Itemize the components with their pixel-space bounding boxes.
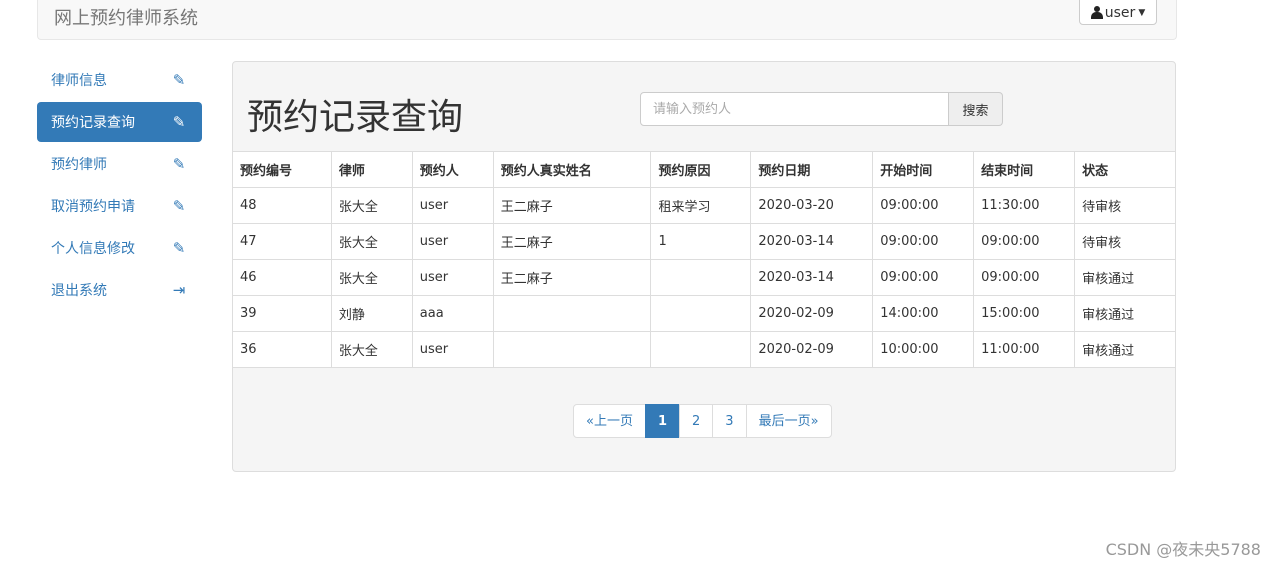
main-panel: 预约记录查询 搜索 预约编号律师预约人预约人真实姓名预约原因预约日期开始时间结束… xyxy=(232,61,1176,472)
table-cell: 张大全 xyxy=(330,331,413,368)
search-button[interactable]: 搜索 xyxy=(949,92,1003,126)
table-cell: 2020-03-20 xyxy=(750,187,874,224)
table-cell xyxy=(492,295,652,332)
table-row[interactable]: 46 张大全 user 王二麻子 2020-03-14 09:00:00 09:00:00 审… xyxy=(233,259,1175,296)
table-cell: 09:00:00 xyxy=(973,259,1076,296)
search-input[interactable] xyxy=(640,92,949,126)
sidebar-item-2[interactable]: 预约律师 ✎ xyxy=(37,144,202,184)
column-header[interactable]: 开始时间 xyxy=(872,151,975,188)
watermark: CSDN @夜未央5788 xyxy=(1105,540,1261,559)
table-cell: 2020-03-14 xyxy=(750,223,874,260)
prev-page-link[interactable]: «上一页 xyxy=(573,404,646,438)
table-cell: 刘静 xyxy=(330,295,413,332)
sidebar-item-1[interactable]: 预约记录查询 ✎ xyxy=(37,102,202,142)
pencil-icon: ✎ xyxy=(172,71,186,89)
table-cell: 48 xyxy=(233,187,332,224)
table-cell: 2020-02-09 xyxy=(750,331,874,368)
sidebar-item-label: 个人信息修改 xyxy=(51,241,135,257)
table-cell: 11:00:00 xyxy=(973,331,1076,368)
column-header[interactable]: 状态 xyxy=(1074,151,1175,188)
column-header[interactable]: 预约日期 xyxy=(750,151,874,188)
sidebar-item-label: 预约记录查询 xyxy=(51,115,135,131)
column-header[interactable]: 预约原因 xyxy=(650,151,752,188)
sidebar-item-label: 退出系统 xyxy=(51,283,107,299)
pagination: «上一页 1 2 3 最后一页» xyxy=(573,404,832,438)
table-cell: 10:00:00 xyxy=(872,331,975,368)
table-row[interactable]: 47 张大全 user 王二麻子 1 2020-03-14 09:00:00 09:00:00… xyxy=(233,223,1175,260)
table-cell: user xyxy=(411,223,494,260)
table-cell: 审核通过 xyxy=(1074,259,1175,296)
table-cell: 36 xyxy=(233,331,332,368)
table-cell xyxy=(650,295,752,332)
table-cell: user xyxy=(411,187,494,224)
page-link-3[interactable]: 3 xyxy=(712,404,747,438)
page-title: 预约记录查询 xyxy=(247,97,464,138)
sidebar-item-label: 律师信息 xyxy=(51,73,107,89)
table-cell xyxy=(650,259,752,296)
table-cell: 09:00:00 xyxy=(973,223,1076,260)
table-row[interactable]: 48 张大全 user 王二麻子 租来学习 2020-03-20 09:00:00 11:30… xyxy=(233,187,1175,224)
sidebar-item-3[interactable]: 取消预约申请 ✎ xyxy=(37,186,202,226)
top-navbar: 网上预约律师系统 user ▼ xyxy=(37,0,1177,40)
sidebar-item-4[interactable]: 个人信息修改 ✎ xyxy=(37,228,202,268)
table-cell: 王二麻子 xyxy=(492,187,652,224)
pencil-icon: ✎ xyxy=(172,155,186,173)
sidebar-nav: 律师信息 ✎ 预约记录查询 ✎ 预约律师 ✎ 取消预约申请 ✎ 个人信息修改 ✎ 退出系统 ⇥ xyxy=(37,60,202,312)
table-cell: 王二麻子 xyxy=(492,223,652,260)
sidebar-item-label: 取消预约申请 xyxy=(51,199,135,215)
table-cell: aaa xyxy=(411,295,494,332)
table-header-row: 预约编号 律师 预约人 预约人真实姓名 预约原因 预约日期 开始时间 结束时间 状态 xyxy=(233,151,1175,188)
sidebar-item-5[interactable]: 退出系统 ⇥ xyxy=(37,270,202,310)
table-cell: 审核通过 xyxy=(1074,295,1175,332)
table-cell: 09:00:00 xyxy=(872,187,975,224)
table-cell: 15:00:00 xyxy=(973,295,1076,332)
search-group: 搜索 xyxy=(640,92,1003,126)
table-cell: 47 xyxy=(233,223,332,260)
pencil-icon: ✎ xyxy=(172,113,186,131)
page-link-1[interactable]: 1 xyxy=(644,404,681,438)
column-header[interactable]: 预约人 xyxy=(411,151,494,188)
last-page-link[interactable]: 最后一页» xyxy=(745,404,832,438)
column-header[interactable]: 预约人真实姓名 xyxy=(492,151,652,188)
table-cell: 待审核 xyxy=(1074,223,1175,260)
sidebar-item-0[interactable]: 律师信息 ✎ xyxy=(37,60,202,100)
table-cell: 09:00:00 xyxy=(872,223,975,260)
table-cell xyxy=(492,331,652,368)
table-cell: 2020-03-14 xyxy=(750,259,874,296)
table-cell: 租来学习 xyxy=(650,187,752,224)
user-icon xyxy=(1090,6,1103,19)
pencil-icon: ✎ xyxy=(172,239,186,257)
table-cell: 王二麻子 xyxy=(492,259,652,296)
table-cell: 11:30:00 xyxy=(973,187,1076,224)
table-cell xyxy=(650,331,752,368)
app-brand[interactable]: 网上预约律师系统 xyxy=(54,4,198,30)
table-cell: 09:00:00 xyxy=(872,259,975,296)
table-cell: 2020-02-09 xyxy=(750,295,874,332)
pencil-icon: ✎ xyxy=(172,197,186,215)
table-cell: user xyxy=(411,331,494,368)
table-cell: 14:00:00 xyxy=(872,295,975,332)
table-row[interactable]: 36 张大全 user 2020-02-09 10:00:00 11:00:00 审核通过 xyxy=(233,331,1175,368)
user-menu-button[interactable]: user ▼ xyxy=(1079,0,1157,25)
page-link-2[interactable]: 2 xyxy=(679,404,714,438)
table-cell: 39 xyxy=(233,295,332,332)
table-cell: 张大全 xyxy=(330,223,413,260)
logout-icon: ⇥ xyxy=(172,281,186,299)
table-row[interactable]: 39 刘静 aaa 2020-02-09 14:00:00 15:00:00 审核通过 xyxy=(233,295,1175,332)
records-table: 预约编号 律师 预约人 预约人真实姓名 预约原因 预约日期 开始时间 结束时间 状态 48 张大全… xyxy=(233,151,1175,368)
caret-down-icon: ▼ xyxy=(1138,7,1146,18)
table-cell: 待审核 xyxy=(1074,187,1175,224)
column-header[interactable]: 预约编号 xyxy=(233,151,332,188)
user-menu-label: user xyxy=(1104,4,1136,21)
table-cell: 张大全 xyxy=(330,259,413,296)
column-header[interactable]: 结束时间 xyxy=(973,151,1076,188)
sidebar-item-label: 预约律师 xyxy=(51,157,107,173)
table-cell: 审核通过 xyxy=(1074,331,1175,368)
table-cell: 1 xyxy=(650,223,752,260)
table-cell: 张大全 xyxy=(330,187,413,224)
column-header[interactable]: 律师 xyxy=(330,151,413,188)
table-cell: 46 xyxy=(233,259,332,296)
table-cell: user xyxy=(411,259,494,296)
